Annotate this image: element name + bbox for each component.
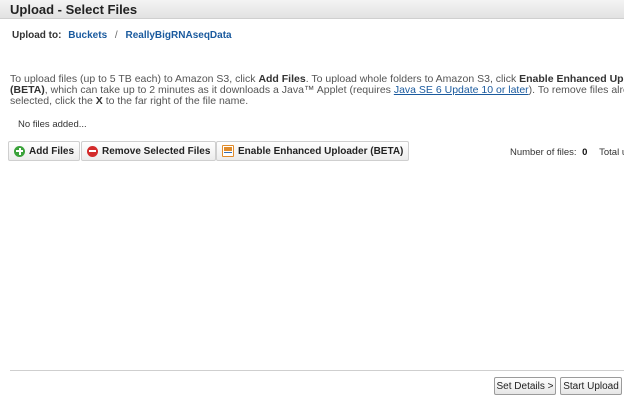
add-files-label: Add Files	[29, 145, 75, 157]
footer-divider	[10, 370, 624, 371]
total-upload-label: Total uplo	[599, 147, 624, 158]
add-files-button[interactable]: Add Files	[8, 141, 81, 161]
enable-enhanced-uploader-button[interactable]: Enable Enhanced Uploader (BETA)	[216, 141, 410, 161]
instructions-x: X	[95, 95, 103, 107]
breadcrumb-separator: /	[114, 30, 118, 41]
plus-circle-icon	[14, 145, 25, 157]
java-icon	[222, 145, 234, 157]
set-details-button[interactable]: Set Details >	[494, 377, 556, 395]
instructions-text: ). To remove files alread	[528, 84, 624, 96]
minus-circle-icon	[87, 145, 98, 157]
enable-enhanced-label: Enable Enhanced Uploader (BETA)	[238, 145, 404, 157]
window-title: Upload - Select Files	[10, 2, 138, 17]
upload-stats: Number of files: 0 Total uplo	[510, 147, 624, 158]
instructions-line-3: selected, click the X to the far right o…	[10, 96, 624, 107]
start-upload-button[interactable]: Start Upload	[560, 377, 622, 395]
instructions-text: selected, click the	[10, 95, 96, 107]
instructions-text: to the far right of the file name.	[102, 95, 249, 107]
breadcrumb: Upload to: Buckets / ReallyBigRNAseqData	[12, 30, 232, 41]
remove-selected-files-button[interactable]: Remove Selected Files	[81, 141, 217, 161]
empty-file-list: No files added...	[18, 119, 87, 130]
breadcrumb-buckets-link[interactable]: Buckets	[68, 30, 107, 41]
num-files-label: Number of files:	[510, 147, 577, 158]
java-requirement-link[interactable]: Java SE 6 Update 10 or later	[394, 84, 529, 96]
breadcrumb-prefix: Upload to:	[12, 30, 62, 41]
num-files-value: 0	[582, 147, 588, 158]
title-bar: Upload - Select Files	[0, 0, 624, 19]
breadcrumb-bucket-link[interactable]: ReallyBigRNAseqData	[125, 30, 231, 41]
upload-instructions: To upload files (up to 5 TB each) to Ama…	[10, 74, 624, 107]
remove-selected-label: Remove Selected Files	[102, 145, 211, 157]
